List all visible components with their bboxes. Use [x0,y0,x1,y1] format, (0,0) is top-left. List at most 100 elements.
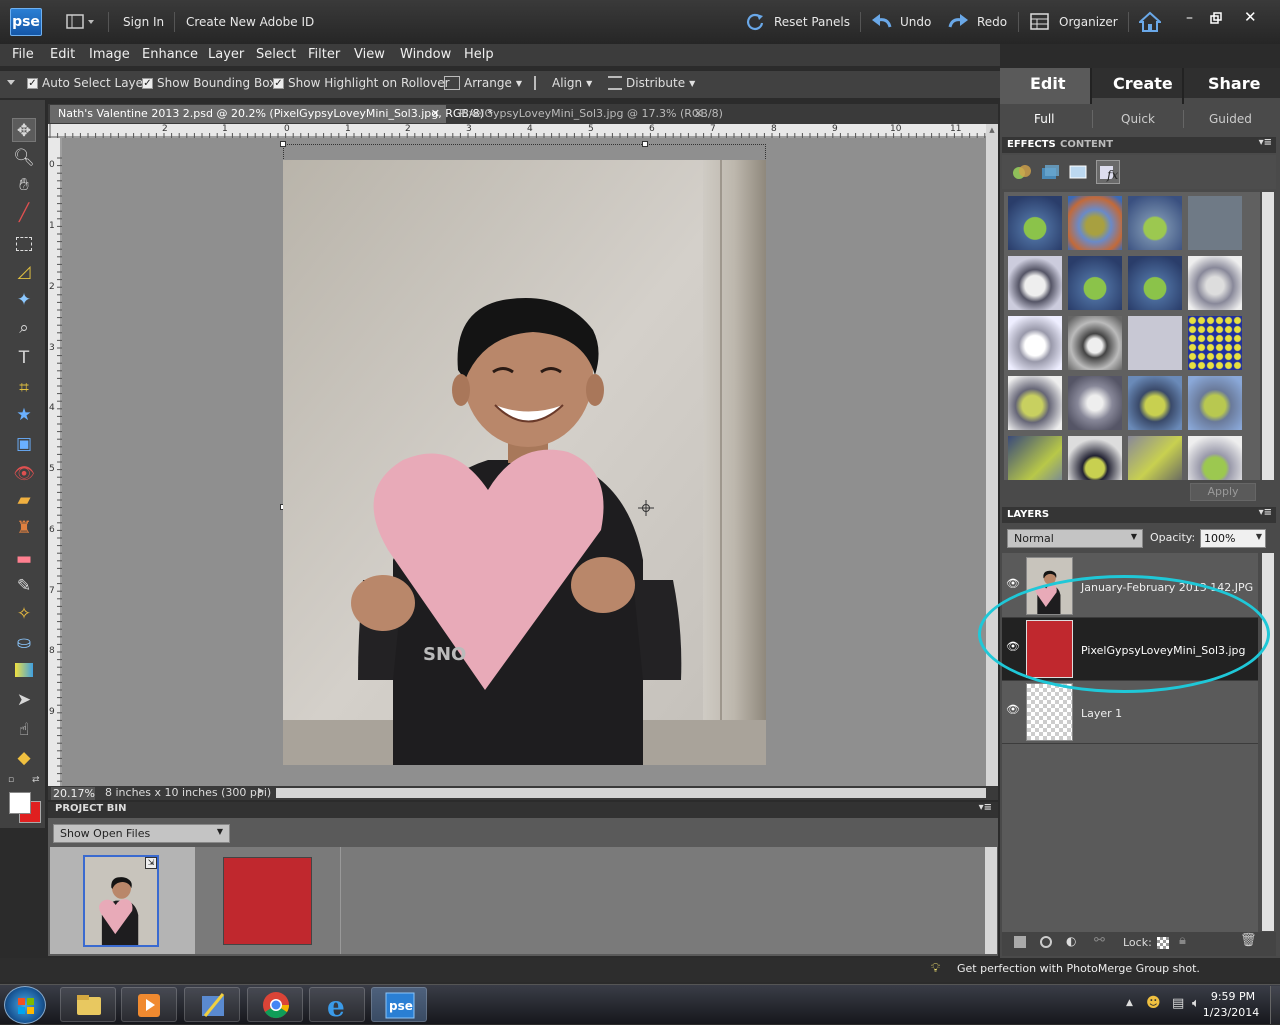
effect-thumbnail[interactable] [1128,256,1182,310]
effect-thumbnail[interactable] [1188,256,1242,310]
bounding-box-option[interactable]: ✓ Show Bounding Box [142,76,276,90]
show-open-files-dropdown[interactable]: Show Open Files ▼ [53,824,230,843]
tray-expand-icon[interactable]: ▲ [1126,998,1133,1008]
lock-transparency-icon[interactable] [1157,937,1169,949]
effect-thumbnail[interactable] [1188,376,1242,430]
subtab-quick[interactable]: Quick [1121,112,1155,126]
eyedropper-tool-icon[interactable]: ╱ [12,201,36,225]
effect-thumbnail[interactable] [1128,196,1182,250]
undo-icon[interactable] [870,12,894,32]
red-eye-tool-icon[interactable]: 👁︎ [12,462,36,486]
move-tool-icon[interactable]: ✥ [12,118,36,142]
options-menu-icon[interactable] [7,80,15,86]
network-icon[interactable]: ▤ [1172,996,1184,1011]
menu-window[interactable]: Window [400,47,451,62]
show-all-effects-icon[interactable]: fx [1096,160,1120,184]
lock-all-icon[interactable]: 🔒︎ [1179,933,1186,948]
transform-handle[interactable] [280,141,286,147]
vertical-scrollbar[interactable]: ▲ [986,124,998,786]
marquee-tool-icon[interactable] [12,234,36,258]
media-player-taskbar-icon[interactable] [121,987,177,1022]
effects-scrollbar[interactable] [1262,192,1274,480]
zoom-level[interactable]: 20.17% [51,787,95,800]
tab-edit[interactable]: Edit [1000,68,1090,104]
tab-share[interactable]: Share [1184,68,1280,104]
reference-point-icon[interactable] [638,500,654,516]
menu-enhance[interactable]: Enhance [142,47,198,62]
create-adobe-id-link[interactable]: Create New Adobe ID [186,15,314,29]
horizontal-scrollbar[interactable] [276,788,986,798]
paint-taskbar-icon[interactable] [184,987,240,1022]
effect-thumbnail[interactable] [1128,316,1182,370]
start-button[interactable] [4,986,46,1024]
chevron-right-icon[interactable]: ▶ [258,786,264,795]
layer-styles-icon[interactable] [1040,163,1060,181]
menu-filter[interactable]: Filter [308,47,340,62]
new-layer-icon[interactable] [1014,936,1026,948]
shape-tool-icon[interactable]: ★ [12,403,36,427]
photo-layer[interactable]: SNO [283,160,766,765]
zoom-tool-icon[interactable]: 🔍︎ [12,146,36,170]
effect-thumbnail[interactable] [1128,376,1182,430]
paint-bucket-tool-icon[interactable]: ⛀ [12,631,36,655]
gradient-tool-icon[interactable] [12,660,36,684]
tray-app-icon[interactable]: ☻ [1146,995,1161,1011]
home-icon[interactable] [1139,11,1161,33]
lasso-tool-icon[interactable]: ◿ [12,260,36,284]
chrome-taskbar-icon[interactable] [247,987,303,1022]
redo-icon[interactable] [946,12,970,32]
custom-shape-select-icon[interactable]: ➤ [12,688,36,712]
apply-button[interactable]: Apply [1190,483,1256,501]
clone-stamp-tool-icon[interactable]: ♜ [12,516,36,540]
workspace-layout-icon[interactable] [66,14,96,30]
tab-effects[interactable]: EFFECTS [1007,139,1056,150]
blur-tool-icon[interactable]: ☝︎ [12,718,36,742]
checkbox-checked-icon[interactable]: ✓ [142,77,153,89]
explorer-taskbar-icon[interactable] [60,987,116,1022]
reset-panels-icon[interactable] [744,11,766,33]
checkbox-checked-icon[interactable]: ✓ [273,77,284,89]
sponge-tool-icon[interactable]: ◆ [12,746,36,770]
default-colors-icon[interactable]: ▫ [8,775,18,785]
close-tab-icon[interactable]: ✕ [694,107,703,120]
minimize-icon[interactable]: – [1186,10,1198,26]
photo-effects-icon[interactable] [1068,163,1088,181]
healing-brush-tool-icon[interactable]: ▰ [12,488,36,512]
type-tool-icon[interactable]: T [12,346,36,370]
effect-thumbnail[interactable] [1188,436,1242,480]
arrange-dropdown[interactable]: Arrange ▼ [444,76,522,90]
volume-icon[interactable]: 🔈︎ [1192,996,1200,1011]
checkbox-checked-icon[interactable]: ✓ [27,77,38,89]
menu-view[interactable]: View [354,47,385,62]
transform-handle[interactable] [642,141,648,147]
scroll-up-icon[interactable]: ▲ [987,126,997,136]
effect-thumbnail[interactable] [1008,256,1062,310]
swap-colors-icon[interactable]: ⇄ [32,775,42,785]
clock-time[interactable]: 9:59 PM [1208,990,1258,1003]
subtab-full[interactable]: Full [1034,112,1055,126]
foreground-color-swatch[interactable] [9,792,31,814]
quick-selection-tool-icon[interactable]: ⌕ [12,316,36,340]
menu-help[interactable]: Help [464,47,494,62]
effect-thumbnail[interactable] [1068,376,1122,430]
close-icon[interactable]: ✕ [1244,8,1257,26]
effect-thumbnail[interactable] [1008,316,1062,370]
brush-tool-icon[interactable]: ✎ [12,574,36,598]
auto-select-option[interactable]: ✓ Auto Select Layer [27,76,148,90]
hand-tool-icon[interactable]: ✋︎ [12,173,36,197]
menu-image[interactable]: Image [89,47,130,62]
effect-thumbnail[interactable] [1068,436,1122,480]
tab-active-document[interactable]: Nath's Valentine 2013 2.psd @ 20.2% (Pix… [50,105,493,123]
adjustment-layer-icon[interactable]: ◐ [1066,934,1076,948]
opacity-input[interactable]: 100% ▼ [1200,529,1266,548]
tab-second-document[interactable]: PixelGypsyLoveyMini_Sol3.jpg @ 17.3% (RG… [451,105,723,123]
effect-thumbnail[interactable] [1188,196,1242,250]
magic-wand-tool-icon[interactable]: ✦ [12,288,36,312]
filters-icon[interactable] [1012,163,1032,181]
tab-content[interactable]: CONTENT [1060,139,1113,150]
link-layers-icon[interactable]: ⚯ [1094,933,1105,948]
reset-panels-button[interactable]: Reset Panels [774,15,850,29]
eye-visibility-icon[interactable]: 👁︎ [1006,703,1020,716]
add-mask-icon[interactable] [1040,936,1052,948]
crop-tool-icon[interactable]: ⌗ [12,376,36,400]
